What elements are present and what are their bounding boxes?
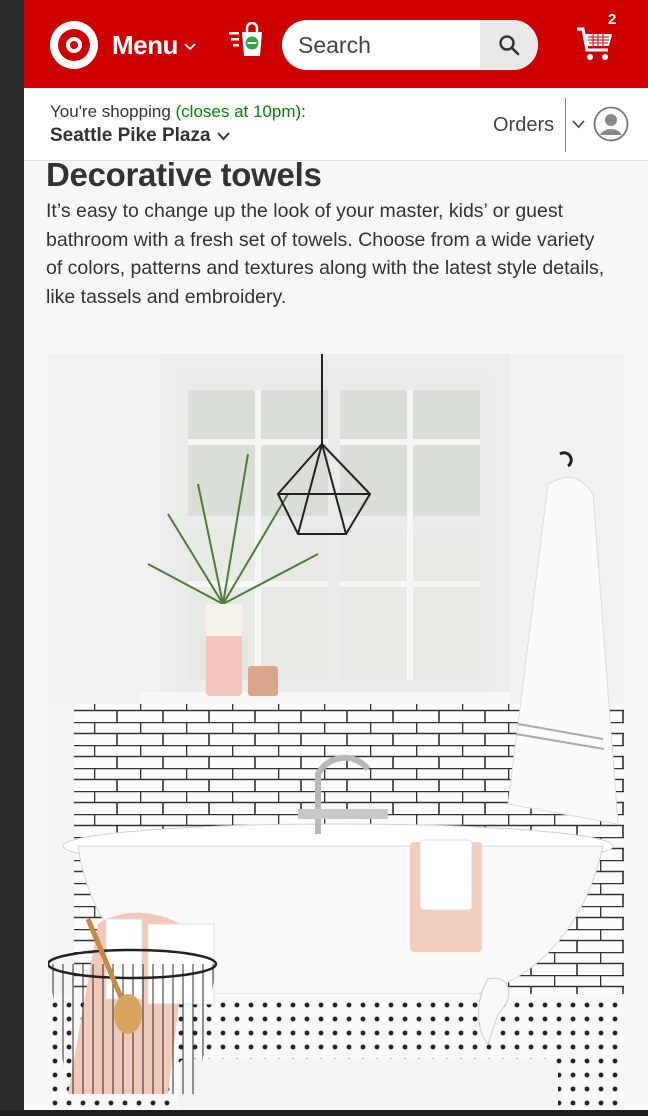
chevron-down-icon (216, 131, 230, 140)
store-bar: You're shopping (closes at 10pm): Seattl… (24, 88, 648, 161)
chevron-down-icon (184, 43, 196, 51)
store-status: You're shopping (closes at 10pm): (50, 102, 306, 122)
search-box (282, 20, 538, 70)
store-name: Seattle Pike Plaza (50, 125, 211, 146)
divider (565, 98, 566, 152)
cart-icon[interactable] (576, 26, 614, 62)
page-title: Decorative towels (46, 156, 322, 193)
shopping-bag-icon[interactable] (228, 22, 268, 58)
page: Menu 2 You're shopping (cl (24, 0, 648, 1110)
shopping-label: You're shopping (50, 102, 176, 121)
store-hours: (closes at 10pm) (175, 102, 302, 121)
bottom-edge (0, 1110, 648, 1116)
store-selector[interactable]: Seattle Pike Plaza (50, 125, 230, 147)
chevron-down-icon[interactable] (572, 120, 585, 129)
target-logo-icon[interactable] (50, 21, 98, 69)
search-button[interactable] (480, 20, 538, 70)
cart-count-badge: 2 (608, 11, 617, 28)
store-status-suffix: : (301, 102, 306, 121)
user-avatar-icon[interactable] (593, 106, 629, 142)
article-description: It’s easy to change up the look of your … (46, 200, 605, 309)
search-icon (499, 35, 520, 56)
orders-link[interactable]: Orders (493, 114, 554, 137)
bathroom-hero-image (48, 354, 624, 1110)
menu-label: Menu (112, 29, 178, 60)
top-nav: Menu 2 (24, 0, 648, 88)
search-input[interactable] (282, 20, 488, 70)
menu-button[interactable]: Menu (112, 28, 196, 62)
